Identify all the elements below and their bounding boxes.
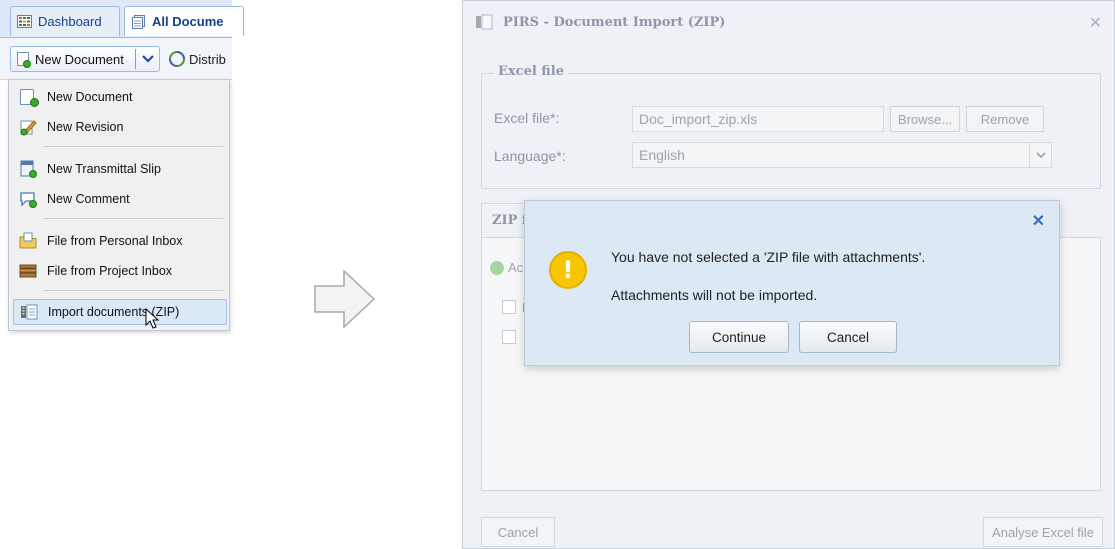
alert-message-line-1: You have not selected a 'ZIP file with a… xyxy=(611,249,926,265)
new-document-dropdown-menu: New Document New Revision New Transmitta… xyxy=(8,79,230,331)
mouse-cursor-icon xyxy=(145,307,161,330)
excel-file-fieldset: Excel file Excel file*: Doc_import_zip.x… xyxy=(481,64,1101,189)
refresh-cycle-icon xyxy=(168,50,186,68)
menu-divider xyxy=(43,290,223,291)
tab-all-documents[interactable]: All Docume xyxy=(124,6,244,36)
comment-icon xyxy=(19,190,37,208)
project-inbox-icon xyxy=(19,262,37,280)
menu-item-new-revision[interactable]: New Revision xyxy=(13,114,227,140)
menu-item-label: File from Project Inbox xyxy=(47,264,173,278)
alert-message-line-2: Attachments will not be imported. xyxy=(611,287,818,303)
browse-button[interactable]: Browse... xyxy=(890,106,960,132)
excel-file-label: Excel file*: xyxy=(494,110,560,126)
chevron-down-icon[interactable] xyxy=(1029,143,1051,167)
distribute-label: Distrib xyxy=(189,51,226,67)
new-document-icon xyxy=(15,50,31,68)
menu-item-import-documents-zip[interactable]: Import documents (ZIP) xyxy=(13,299,227,325)
tab-all-documents-label: All Docume xyxy=(152,14,224,29)
analyse-excel-file-button[interactable]: Analyse Excel file xyxy=(983,517,1103,547)
select-all-checkbox[interactable] xyxy=(502,300,516,314)
left-panel: Dashboard All Docume New Document Distri… xyxy=(0,0,244,340)
menu-item-label: New Comment xyxy=(47,192,130,206)
menu-item-new-comment[interactable]: New Comment xyxy=(13,186,227,212)
add-icon xyxy=(490,260,504,275)
menu-item-new-transmittal-slip[interactable]: New Transmittal Slip xyxy=(13,156,227,182)
excel-file-input[interactable]: Doc_import_zip.xls xyxy=(632,106,884,132)
new-document-label: New Document xyxy=(35,51,124,67)
menu-item-file-project-inbox[interactable]: File from Project Inbox xyxy=(13,258,227,284)
cancel-button[interactable]: Cancel xyxy=(481,517,555,547)
tab-dashboard-label: Dashboard xyxy=(38,14,102,29)
menu-item-file-personal-inbox[interactable]: File from Personal Inbox xyxy=(13,228,227,254)
toolbar: New Document Distrib xyxy=(0,38,232,80)
menu-item-new-document[interactable]: New Document xyxy=(13,84,227,110)
menu-divider xyxy=(43,146,223,147)
menu-item-label: File from Personal Inbox xyxy=(47,234,183,248)
new-document-split-button[interactable]: New Document xyxy=(10,46,160,72)
menu-item-label: New Document xyxy=(47,90,133,104)
remove-button[interactable]: Remove xyxy=(966,106,1044,132)
dashboard-grid-icon xyxy=(17,15,32,28)
menu-divider xyxy=(43,218,223,219)
warning-icon: ! xyxy=(549,251,587,289)
language-label: Language*: xyxy=(494,148,566,164)
dialog-title: PIRS - Document Import (ZIP) xyxy=(503,14,726,30)
tab-bar: Dashboard All Docume xyxy=(0,0,244,38)
new-revision-icon xyxy=(19,118,37,136)
add-label: Ac xyxy=(508,260,524,275)
alert-cancel-button[interactable]: Cancel xyxy=(799,321,897,353)
menu-item-label: New Transmittal Slip xyxy=(47,162,161,176)
tab-dashboard[interactable]: Dashboard xyxy=(10,6,120,36)
warning-message-box: ✕ ! You have not selected a 'ZIP file wi… xyxy=(524,200,1060,366)
split-separator xyxy=(135,49,136,69)
import-zip-icon xyxy=(20,303,38,321)
excel-file-legend: Excel file xyxy=(494,64,568,79)
language-value: English xyxy=(639,147,685,163)
add-button[interactable]: Ac xyxy=(490,260,523,275)
continue-button[interactable]: Continue xyxy=(689,321,789,353)
chevron-down-icon[interactable] xyxy=(141,50,157,68)
dialog-title-bar: PIRS - Document Import (ZIP) xyxy=(463,1,1114,43)
language-select[interactable]: English xyxy=(632,142,1052,168)
close-icon[interactable]: ✕ xyxy=(1032,211,1045,231)
transmittal-slip-icon xyxy=(19,160,37,178)
documents-icon xyxy=(131,15,146,29)
personal-inbox-folder-icon xyxy=(19,232,37,250)
new-document-icon xyxy=(19,88,39,107)
import-zip-icon xyxy=(475,14,497,30)
menu-item-label: New Revision xyxy=(47,120,124,134)
transition-arrow-icon xyxy=(314,269,376,331)
close-icon[interactable]: ✕ xyxy=(1089,13,1102,33)
row-checkbox[interactable] xyxy=(502,330,516,344)
distribute-button[interactable]: Distrib xyxy=(168,50,226,68)
